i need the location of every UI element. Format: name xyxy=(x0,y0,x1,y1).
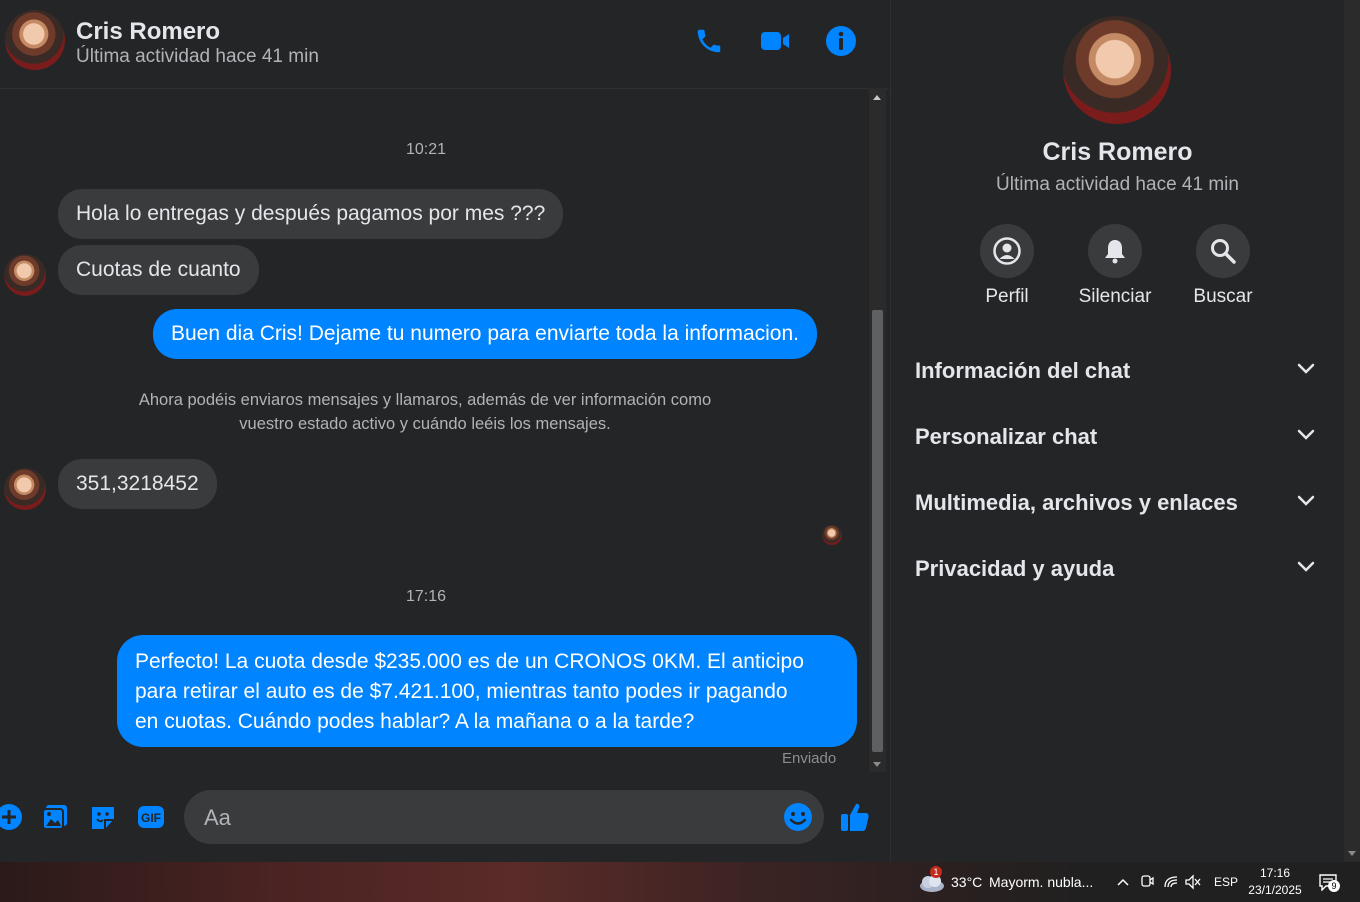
volume-muted-icon[interactable] xyxy=(1183,872,1203,892)
message-line: Perfecto! La cuota desde $235.000 es de … xyxy=(135,650,804,673)
profile-icon xyxy=(980,224,1034,278)
message-outgoing[interactable]: Buen dia Cris! Dejame tu numero para env… xyxy=(153,309,817,359)
read-receipt-avatar xyxy=(822,525,842,545)
info-pane: Cris Romero Última actividad hace 41 min… xyxy=(890,0,1344,862)
message-incoming[interactable]: 351,3218452 xyxy=(58,459,217,509)
weather-icon[interactable]: 1 xyxy=(918,866,946,894)
message-input[interactable] xyxy=(202,790,766,846)
message-input-box[interactable] xyxy=(184,790,824,846)
message-line: en cuotas. Cuándo podes hablar? A la mañ… xyxy=(135,710,695,733)
weather-temp[interactable]: 33°C xyxy=(951,874,982,890)
scroll-thumb[interactable] xyxy=(872,310,883,752)
notifications-icon[interactable]: 9 xyxy=(1318,872,1340,892)
timestamp: 17:16 xyxy=(405,588,447,605)
language-indicator[interactable]: ESP xyxy=(1214,875,1238,889)
photo-icon[interactable] xyxy=(38,800,72,834)
search-button[interactable]: Buscar xyxy=(1178,224,1268,308)
section-title: Información del chat xyxy=(915,358,1131,383)
sender-avatar[interactable] xyxy=(4,254,46,296)
mute-label: Silenciar xyxy=(1078,286,1152,307)
window-scrollbar[interactable] xyxy=(1344,0,1360,862)
taskbar: 1 33°C Mayorm. nubla... ESP 17:16 23/1/2… xyxy=(0,862,1360,902)
chevron-down-icon xyxy=(1297,494,1315,512)
section-title: Multimedia, archivos y enlaces xyxy=(915,490,1238,515)
profile-avatar[interactable] xyxy=(1063,16,1171,124)
system-note-line: vuestro estado activo y cuándo leéis los… xyxy=(239,415,611,433)
weather-desc[interactable]: Mayorm. nubla... xyxy=(989,874,1093,890)
notification-count: 9 xyxy=(1328,880,1340,892)
thumbs-up-icon[interactable] xyxy=(838,800,872,834)
clock-time[interactable]: 17:16 xyxy=(1244,866,1306,880)
chat-scrollbar[interactable] xyxy=(869,88,886,772)
contact-status: Última actividad hace 41 min xyxy=(76,46,319,67)
message-incoming[interactable]: Cuotas de cuanto xyxy=(58,245,259,295)
section-title: Privacidad y ayuda xyxy=(915,556,1115,581)
system-note-line: Ahora podéis enviaros mensajes y llamaro… xyxy=(138,391,712,409)
emoji-icon[interactable] xyxy=(782,801,814,833)
wifi-icon[interactable] xyxy=(1161,872,1181,892)
mute-button[interactable]: Silenciar xyxy=(1070,224,1160,308)
info-contact-status: Última actividad hace 41 min xyxy=(996,174,1239,195)
video-camera-icon[interactable] xyxy=(758,24,792,58)
message-outgoing[interactable]: Perfecto! La cuota desde $235.000 es de … xyxy=(117,635,857,747)
scroll-up-arrow[interactable] xyxy=(873,95,881,100)
search-icon xyxy=(1196,224,1250,278)
chat-pane: Cris Romero Última actividad hace 41 min… xyxy=(0,0,889,862)
chevron-down-icon xyxy=(1297,428,1315,446)
search-label: Buscar xyxy=(1193,286,1253,307)
timestamp: 10:21 xyxy=(405,141,447,158)
chat-header: Cris Romero Última actividad hace 41 min xyxy=(0,0,889,89)
scroll-down-arrow[interactable] xyxy=(873,762,881,767)
info-contact-name: Cris Romero xyxy=(1042,138,1193,166)
chevron-up-icon[interactable] xyxy=(1113,872,1133,892)
section-privacy-help[interactable]: Privacidad y ayuda xyxy=(915,550,1315,590)
system-note: Ahora podéis enviaros mensajes y llamaro… xyxy=(90,388,760,436)
weather-badge: 1 xyxy=(930,866,942,878)
message-incoming[interactable]: Hola lo entregas y después pagamos por m… xyxy=(58,189,564,239)
section-customize-chat[interactable]: Personalizar chat xyxy=(915,418,1315,458)
sender-avatar[interactable] xyxy=(4,468,46,510)
profile-label: Perfil xyxy=(985,286,1029,307)
info-icon[interactable] xyxy=(824,24,858,58)
profile-button[interactable]: Perfil xyxy=(962,224,1052,308)
scroll-down-arrow[interactable] xyxy=(1348,851,1356,856)
contact-name[interactable]: Cris Romero xyxy=(76,18,220,46)
section-title: Personalizar chat xyxy=(915,424,1098,449)
plus-icon[interactable] xyxy=(0,800,26,834)
phone-icon[interactable] xyxy=(692,24,726,58)
section-media-files-links[interactable]: Multimedia, archivos y enlaces xyxy=(915,484,1315,524)
chevron-down-icon xyxy=(1297,560,1315,578)
section-chat-info[interactable]: Información del chat xyxy=(915,352,1315,392)
chevron-down-icon xyxy=(1297,362,1315,380)
meet-now-icon[interactable] xyxy=(1137,872,1157,892)
message-line: para retirar el auto es de $7.421.100, m… xyxy=(135,680,788,703)
gif-label: GIF xyxy=(141,811,161,825)
sent-status: Enviado xyxy=(782,750,837,767)
gif-icon[interactable]: GIF xyxy=(134,800,168,834)
contact-avatar[interactable] xyxy=(5,10,65,70)
clock-date[interactable]: 23/1/2025 xyxy=(1244,883,1306,897)
bell-icon xyxy=(1088,224,1142,278)
sticker-icon[interactable] xyxy=(86,800,120,834)
